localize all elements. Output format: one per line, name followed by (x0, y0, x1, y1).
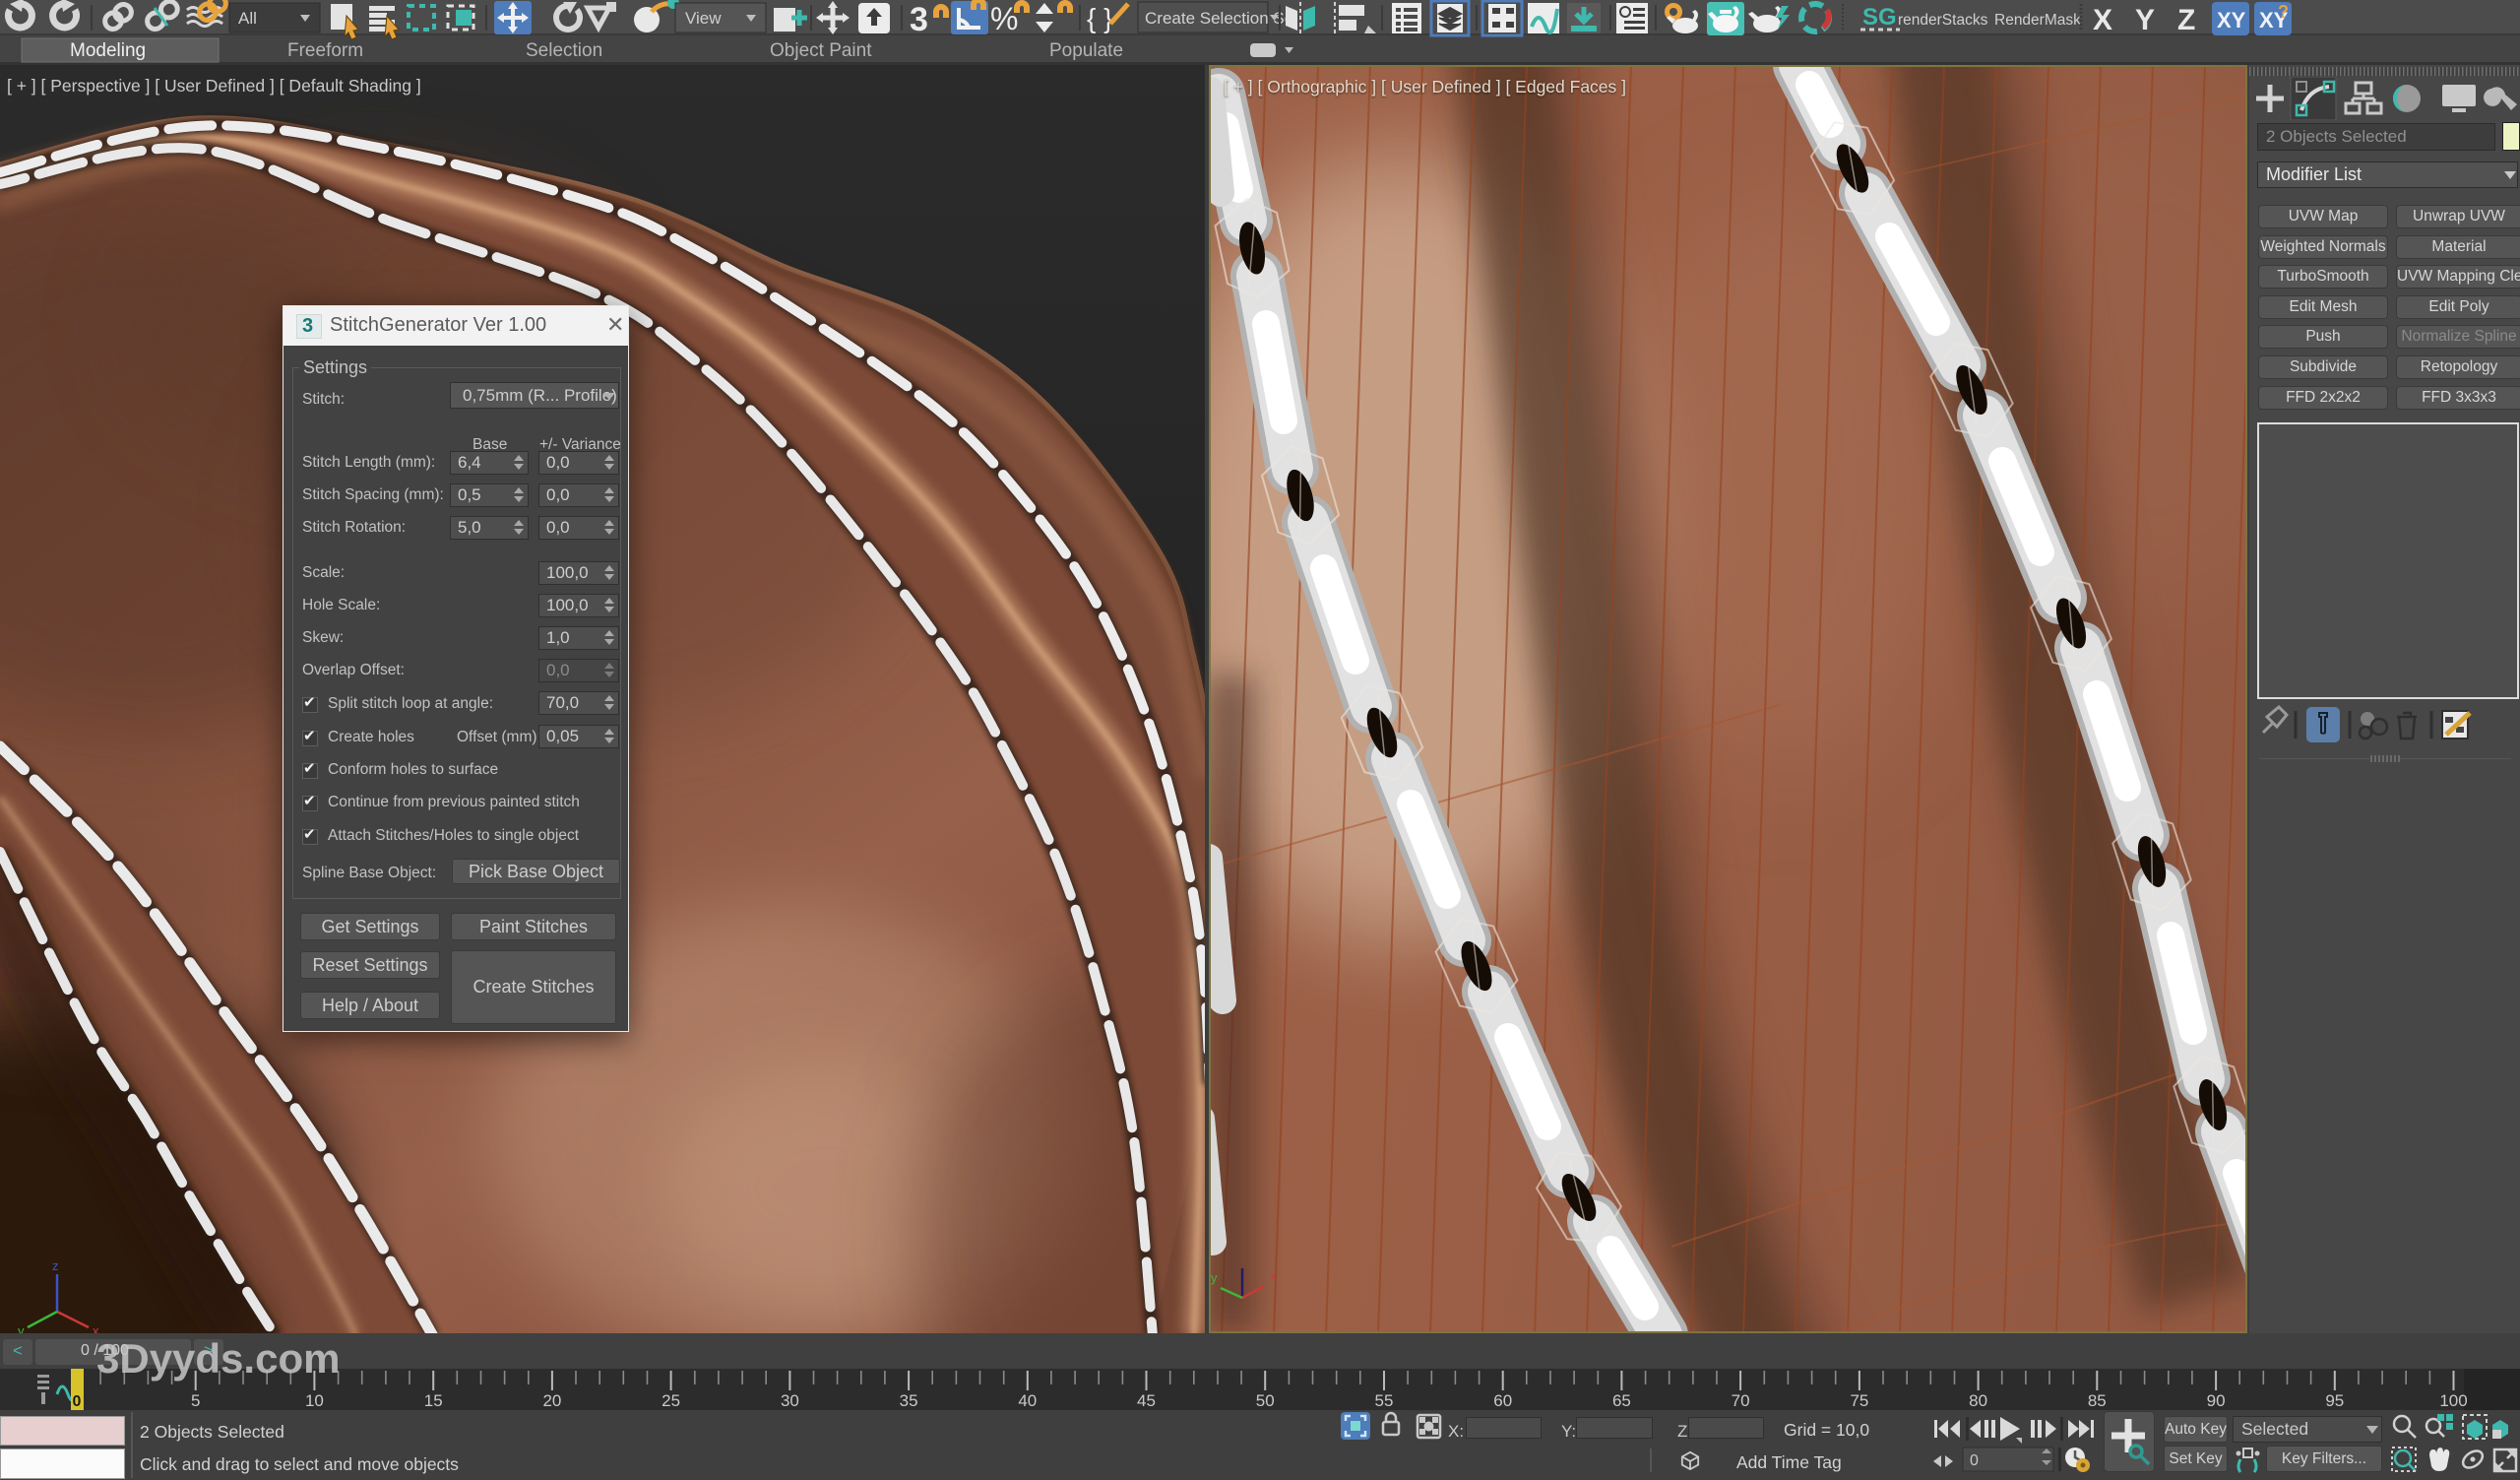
svg-text:90: 90 (2207, 1391, 2226, 1410)
svg-text:x: x (93, 1323, 99, 1333)
svg-text:60: 60 (1493, 1391, 1512, 1410)
svg-text:XY: XY (2217, 8, 2246, 32)
svg-text:35: 35 (900, 1391, 918, 1410)
svg-text:{ }: { } (1087, 3, 1112, 33)
svg-text:Modeling: Modeling (70, 40, 146, 61)
svg-text:z: z (52, 1258, 59, 1273)
svg-text:0: 0 (1970, 1452, 1979, 1469)
svg-text:10: 10 (305, 1391, 324, 1410)
svg-text:All: All (238, 9, 257, 28)
svg-text:Populate: Populate (1049, 40, 1123, 61)
svg-text:80: 80 (1969, 1391, 1987, 1410)
svg-text:45: 45 (1137, 1391, 1156, 1410)
svg-text:25: 25 (662, 1391, 680, 1410)
svg-text:y: y (1211, 1270, 1218, 1285)
svg-text:65: 65 (1612, 1391, 1631, 1410)
svg-text:15: 15 (424, 1391, 443, 1410)
svg-text:Freeform: Freeform (287, 40, 363, 61)
svg-text:Y: Y (2135, 4, 2155, 36)
svg-text:30: 30 (781, 1391, 799, 1410)
svg-text:y: y (18, 1323, 25, 1333)
svg-text:X: X (2093, 4, 2112, 36)
svg-text:SG: SG (1862, 4, 1897, 31)
svg-text:Z: Z (2177, 4, 2195, 36)
svg-text:View: View (685, 9, 722, 28)
svg-text:0: 0 (73, 1393, 82, 1410)
svg-text:5: 5 (191, 1391, 200, 1410)
svg-text:renderStacks: renderStacks (1898, 12, 1988, 29)
svg-text:95: 95 (2325, 1391, 2344, 1410)
svg-text:50: 50 (1256, 1391, 1275, 1410)
svg-text:75: 75 (1850, 1391, 1868, 1410)
svg-text:Create Selection Se: Create Selection Se (1145, 9, 1293, 28)
svg-text:40: 40 (1018, 1391, 1037, 1410)
svg-text:3: 3 (910, 1, 928, 38)
svg-text:70: 70 (1732, 1391, 1750, 1410)
svg-text:?: ? (2278, 2, 2289, 22)
svg-text:100: 100 (2439, 1391, 2467, 1410)
svg-text:RenderMask: RenderMask (1994, 12, 2081, 29)
svg-text:Selection: Selection (526, 40, 602, 61)
svg-text:85: 85 (2088, 1391, 2107, 1410)
svg-text:x: x (1270, 1268, 1277, 1283)
svg-text:Object Paint: Object Paint (770, 40, 872, 61)
svg-text:55: 55 (1375, 1391, 1394, 1410)
svg-text:20: 20 (542, 1391, 561, 1410)
